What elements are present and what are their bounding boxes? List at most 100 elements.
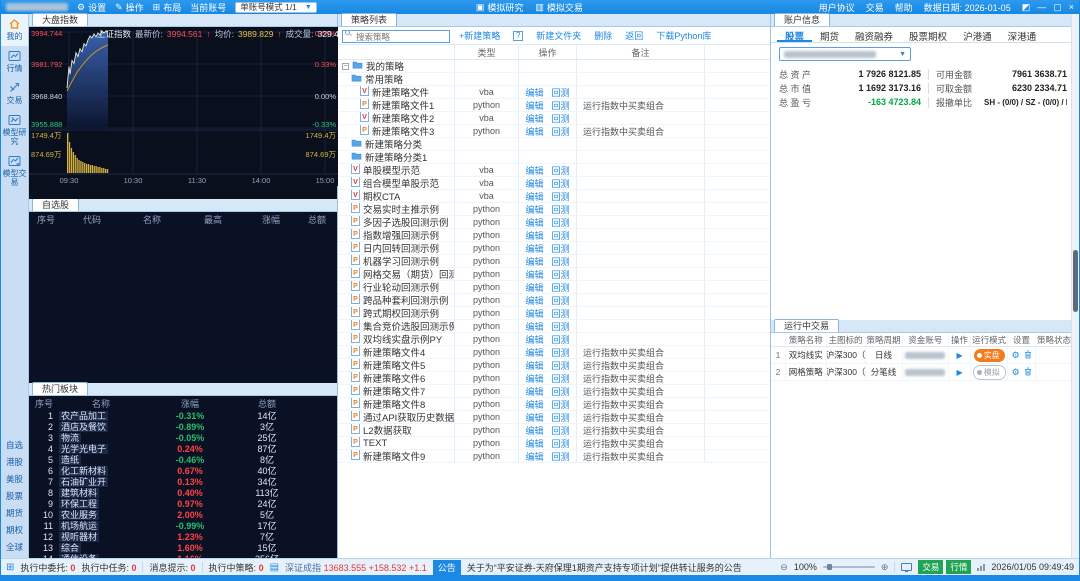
titlebar-link-0[interactable]: 用户协议 <box>819 1 855 14</box>
strategy-row[interactable]: P 日内回转回测示例 python 编辑 回测 <box>338 242 770 255</box>
running-col-8[interactable]: 策略状态 <box>1036 333 1073 346</box>
backtest-link[interactable]: 回测 <box>552 307 570 320</box>
subtab-股票[interactable]: 股票 <box>777 27 813 43</box>
edit-link[interactable]: 编辑 <box>525 307 543 320</box>
strategy-row[interactable]: P 跨品种套利回测示例 python 编辑 回测 <box>338 294 770 307</box>
sidebar-market-5[interactable]: 期权 <box>1 521 28 538</box>
tab-hot-sectors[interactable]: 热门板块 <box>32 382 89 395</box>
edit-link[interactable]: 编辑 <box>525 294 543 307</box>
trash-icon[interactable] <box>1024 350 1032 361</box>
edit-link[interactable]: 编辑 <box>525 424 543 437</box>
new-folder-button[interactable]: 新建文件夹 <box>536 29 581 42</box>
zoom-out-icon[interactable]: ⊖ <box>780 562 788 573</box>
edit-link[interactable]: 编辑 <box>525 359 543 372</box>
announce-badge[interactable]: 公告 <box>432 559 461 575</box>
titlebar-link-1[interactable]: 交易 <box>866 1 884 14</box>
edit-link[interactable]: 编辑 <box>525 203 543 216</box>
back-button[interactable]: 返回 <box>625 29 643 42</box>
titlebar-link-2[interactable]: 帮助 <box>895 1 913 14</box>
backtest-link[interactable]: 回测 <box>552 229 570 242</box>
account-mode-select[interactable]: 单账号模式 1/1 ▼ <box>235 1 317 13</box>
edit-link[interactable]: 编辑 <box>525 333 543 346</box>
search-input[interactable] <box>342 30 450 43</box>
backtest-link[interactable]: 回测 <box>552 255 570 268</box>
edit-link[interactable]: 编辑 <box>525 216 543 229</box>
collapse-icon[interactable]: − <box>342 62 349 70</box>
backtest-link[interactable]: 回测 <box>552 216 570 229</box>
run-mode-toggle[interactable]: 模拟 <box>971 364 1009 380</box>
tab-strategy-list[interactable]: 策略列表 <box>341 13 398 26</box>
backtest-link[interactable]: 回测 <box>552 86 570 99</box>
running-row[interactable]: 2 网格策略 沪深300（ 分笔线 ▶ 模拟 ⚙ <box>771 364 1073 381</box>
strategy-row[interactable]: P L2数据获取 python 编辑 回测 运行指数中买卖组合 <box>338 424 770 437</box>
announcement-text[interactable]: 关于为“平安证券-天府保理1期资产支持专项计划”提供转让服务的公告 <box>467 561 775 574</box>
close-button[interactable]: × <box>1069 2 1074 12</box>
zoom-slider-thumb[interactable] <box>826 564 832 570</box>
strategy-row[interactable]: V 组合模型单股示范 vba 编辑 回测 <box>338 177 770 190</box>
watchlist-col-5[interactable]: 总额 <box>299 213 335 226</box>
backtest-link[interactable]: 回测 <box>552 99 570 112</box>
edit-link[interactable]: 编辑 <box>525 164 543 177</box>
run-mode-toggle[interactable]: 实盘 <box>971 347 1009 363</box>
run-play-button[interactable]: ▶ <box>949 364 972 380</box>
tab-market-index[interactable]: 大盘指数 <box>32 13 89 26</box>
strategy-row[interactable]: P 机器学习回测示例 python 编辑 回测 <box>338 255 770 268</box>
sidebar-market-2[interactable]: 美股 <box>1 470 28 487</box>
titlebar-research[interactable]: ▣ 模拟研究 <box>476 1 524 14</box>
subtab-股票期权[interactable]: 股票期权 <box>901 27 955 43</box>
help-button[interactable]: ? <box>513 30 524 41</box>
backtest-link[interactable]: 回测 <box>552 164 570 177</box>
edit-link[interactable]: 编辑 <box>525 268 543 281</box>
backtest-link[interactable]: 回测 <box>552 190 570 203</box>
strategy-row[interactable]: 新建策略分类 <box>338 138 770 151</box>
strategy-row[interactable]: P 新建策略文件6 python 编辑 回测 运行指数中买卖组合 <box>338 372 770 385</box>
backtest-link[interactable]: 回测 <box>552 320 570 333</box>
strategy-row[interactable]: P 新建策略文件8 python 编辑 回测 运行指数中买卖组合 <box>338 398 770 411</box>
scrollbar-thumb[interactable] <box>1073 250 1078 312</box>
sectors-col-2[interactable]: 涨幅 <box>149 397 231 410</box>
sidebar-item-quotes[interactable]: 行情 <box>1 46 28 78</box>
calendar-icon[interactable]: ▤ <box>270 562 279 573</box>
edit-link[interactable]: 编辑 <box>525 372 543 385</box>
strategy-row[interactable]: P 通过API获取历史数据 python 编辑 回测 运行指数中买卖组合 <box>338 411 770 424</box>
strategy-row[interactable]: V 期权CTA vba 编辑 回测 <box>338 190 770 203</box>
subtab-深港通[interactable]: 深港通 <box>1000 27 1045 43</box>
sidebar-market-6[interactable]: 全球 <box>1 538 28 555</box>
backtest-link[interactable]: 回测 <box>552 385 570 398</box>
edit-link[interactable]: 编辑 <box>525 320 543 333</box>
download-python-button[interactable]: 下载Python库 <box>656 29 711 42</box>
running-col-2[interactable]: 主图标的 <box>827 333 866 346</box>
backtest-link[interactable]: 回测 <box>552 359 570 372</box>
running-col-1[interactable]: 策略名称 <box>786 333 827 346</box>
strategy-row[interactable]: P 新建策略文件5 python 编辑 回测 运行指数中买卖组合 <box>338 359 770 372</box>
backtest-link[interactable]: 回测 <box>552 411 570 424</box>
trash-icon[interactable] <box>1024 367 1032 378</box>
watchlist-col-2[interactable]: 名称 <box>121 213 183 226</box>
watchlist-table[interactable]: 序号 代码 名称 最高 涨幅 总额 <box>29 212 337 383</box>
run-play-button[interactable]: ▶ <box>949 347 972 363</box>
sidebar-item-home[interactable]: 我的 <box>1 14 28 46</box>
running-col-5[interactable]: 操作 <box>949 333 972 346</box>
backtest-link[interactable]: 回测 <box>552 450 570 463</box>
strategy-row[interactable]: P 新建策略文件1 python 编辑 回测 运行指数中买卖组合 <box>338 99 770 112</box>
edit-link[interactable]: 编辑 <box>525 177 543 190</box>
strategy-row[interactable]: P TEXT python 编辑 回测 运行指数中买卖组合 <box>338 437 770 450</box>
edit-link[interactable]: 编辑 <box>525 255 543 268</box>
edit-link[interactable]: 编辑 <box>525 125 543 138</box>
strategy-row[interactable]: P 双均线实盘示例PY python 编辑 回测 <box>338 333 770 346</box>
edit-link[interactable]: 编辑 <box>525 450 543 463</box>
maximize-button[interactable]: ▢ <box>1053 2 1062 13</box>
strategy-row[interactable]: P 新建策略文件3 python 编辑 回测 运行指数中买卖组合 <box>338 125 770 138</box>
titlebar-item-2[interactable]: ⊞ 布局 <box>153 1 182 14</box>
gear-icon[interactable]: ⚙ <box>1012 350 1020 361</box>
subtab-融资融券[interactable]: 融资融券 <box>847 27 901 43</box>
strategy-row[interactable]: P 行业轮动回测示例 python 编辑 回测 <box>338 281 770 294</box>
index-quote[interactable]: 深证成指 13683.555 +158.532 +1.1 <box>285 561 427 574</box>
skin-button[interactable]: ◩ <box>1022 2 1031 13</box>
edit-link[interactable]: 编辑 <box>525 190 543 203</box>
gear-icon[interactable]: ⚙ <box>1012 367 1020 378</box>
strategy-row[interactable]: P 多因子选股回测示例 python 编辑 回测 <box>338 216 770 229</box>
running-col-0[interactable] <box>771 333 786 346</box>
strategy-row[interactable]: P 指数增强回测示例 python 编辑 回测 <box>338 229 770 242</box>
sidebar-market-4[interactable]: 期货 <box>1 504 28 521</box>
